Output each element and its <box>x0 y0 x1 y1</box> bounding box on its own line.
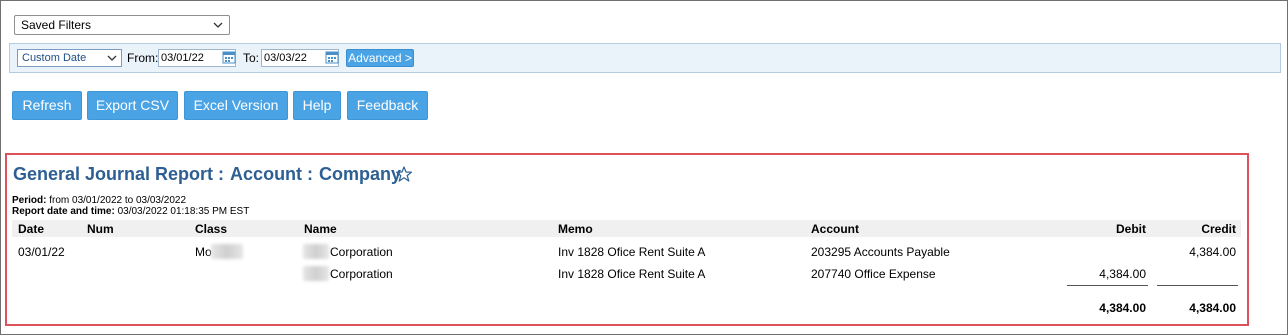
cell-memo: Inv 1828 Ofice Rent Suite A <box>558 245 706 259</box>
cell-credit: 4,384.00 <box>1189 245 1236 259</box>
date-range-select[interactable]: Custom Date <box>17 49 122 67</box>
report-title-text: General Journal Report : <box>13 164 225 184</box>
star-icon[interactable] <box>396 166 412 182</box>
cell-debit: 4,384.00 <box>1099 267 1146 281</box>
col-name: Name <box>304 222 337 236</box>
credit-total-rule <box>1157 285 1238 286</box>
report-company-text: Company <box>319 164 402 184</box>
total-credit: 4,384.00 <box>1189 301 1236 315</box>
calendar-icon[interactable] <box>222 49 236 65</box>
period-label: Period: <box>12 195 47 206</box>
refresh-button[interactable]: Refresh <box>12 91 82 120</box>
to-label: To: <box>243 51 260 65</box>
excel-version-button[interactable]: Excel Version <box>184 91 288 120</box>
col-debit: Debit <box>1116 222 1146 236</box>
cell-name: Corporation <box>330 245 393 259</box>
filter-bar: Custom Date From: 03/01/22 To: 03/03/22 … <box>9 43 1281 73</box>
cell-account: 207740 Office Expense <box>811 267 936 281</box>
cell-memo: Inv 1828 Ofice Rent Suite A <box>558 267 706 281</box>
col-credit: Credit <box>1201 222 1236 236</box>
feedback-button[interactable]: Feedback <box>347 91 428 120</box>
datetime-label: Report date and time: <box>12 206 115 217</box>
from-label: From: <box>127 51 159 65</box>
table-header: Date Num Class Name Memo Account Debit C… <box>12 220 1241 237</box>
col-num: Num <box>87 222 114 236</box>
saved-filters-select[interactable]: Saved Filters <box>14 15 230 35</box>
col-date: Date <box>18 222 45 236</box>
date-range-value: Custom Date <box>22 52 87 64</box>
col-account: Account <box>811 222 859 236</box>
report-title: General Journal Report : Account : Company <box>13 163 401 185</box>
redacted-block <box>211 244 243 259</box>
total-debit: 4,384.00 <box>1099 301 1146 315</box>
help-button[interactable]: Help <box>293 91 341 120</box>
redacted-block <box>303 244 329 259</box>
report-account-text: Account : <box>230 164 314 184</box>
chevron-down-icon <box>213 22 223 28</box>
col-memo: Memo <box>558 222 593 236</box>
col-class: Class <box>195 222 228 236</box>
cell-class: Mo <box>195 245 212 259</box>
debit-total-rule <box>1067 285 1148 286</box>
to-date-value: 03/03/22 <box>264 52 307 64</box>
calendar-icon[interactable] <box>325 49 339 65</box>
cell-name: Corporation <box>330 267 393 281</box>
advanced-button[interactable]: Advanced > <box>346 49 414 67</box>
period-value: from 03/01/2022 to 03/03/2022 <box>49 195 187 206</box>
from-date-value: 03/01/22 <box>161 52 204 64</box>
redacted-block <box>303 266 329 281</box>
cell-account: 203295 Accounts Payable <box>811 245 950 259</box>
saved-filters-label: Saved Filters <box>21 18 92 32</box>
export-csv-button[interactable]: Export CSV <box>87 91 178 120</box>
datetime-value: 03/03/2022 01:18:35 PM EST <box>117 206 250 217</box>
report-panel: General Journal Report : Account : Company… <box>5 153 1249 326</box>
chevron-down-icon <box>107 55 117 61</box>
report-datetime: Report date and time: 03/03/2022 01:18:3… <box>12 206 249 218</box>
cell-date: 03/01/22 <box>18 245 65 259</box>
